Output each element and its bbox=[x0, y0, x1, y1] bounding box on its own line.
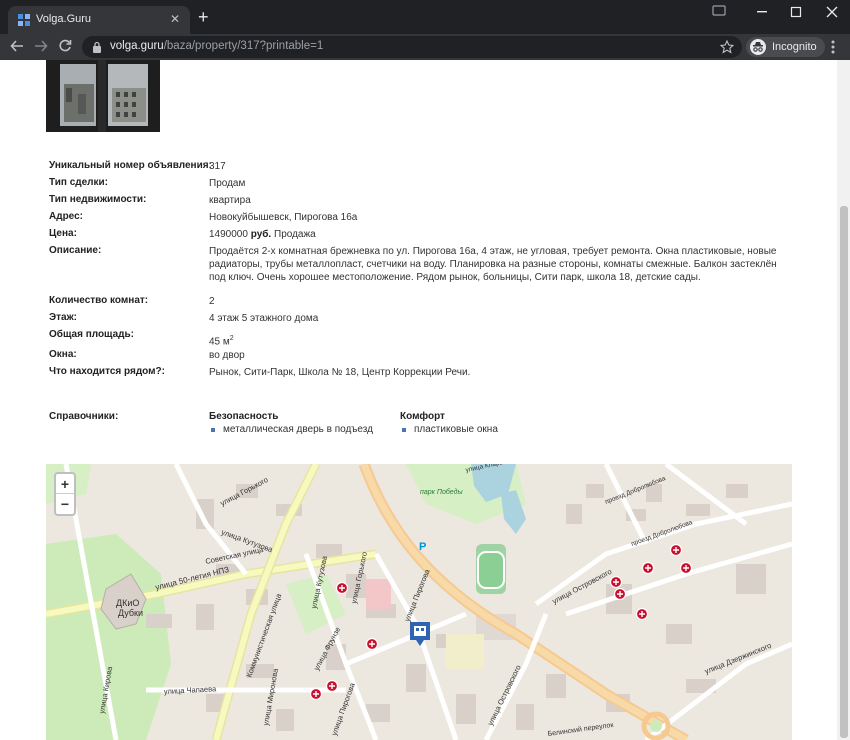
forward-arrow-icon[interactable] bbox=[34, 39, 48, 53]
minimize-icon[interactable] bbox=[756, 10, 768, 14]
area-value: 45 м bbox=[209, 336, 230, 348]
detail-value: 1490000 руб. Продажа bbox=[209, 228, 779, 241]
window-view-image bbox=[46, 60, 160, 132]
reference-group-comfort: Комфорт пластиковые окна bbox=[400, 411, 498, 435]
zoom-out-button[interactable]: − bbox=[56, 494, 74, 514]
new-tab-button[interactable]: + bbox=[198, 8, 209, 26]
zoom-in-button[interactable]: + bbox=[56, 474, 74, 494]
incognito-icon bbox=[750, 39, 766, 55]
detail-label: Количество комнат: bbox=[49, 295, 149, 306]
reference-heading: Безопасность bbox=[209, 411, 279, 422]
price-deal: Продажа bbox=[274, 229, 316, 240]
map-zoom-control: + − bbox=[54, 472, 76, 516]
property-photo[interactable] bbox=[46, 60, 160, 132]
browser-toolbar: volga.guru/baza/property/317?printable=1… bbox=[0, 34, 850, 60]
price-amount: 1490000 bbox=[209, 229, 248, 240]
map-tiles: P улица Горького улица Кутузова Советска… bbox=[46, 464, 792, 740]
map-label: Дубки bbox=[118, 608, 143, 618]
map-label: ДКиО bbox=[116, 598, 139, 608]
detail-value: Продаётся 2-х комнатная брежневка по ул.… bbox=[209, 246, 777, 283]
detail-label: Уникальный номер объявления: bbox=[49, 160, 212, 171]
url-path: /baza/property/317?printable=1 bbox=[163, 40, 324, 52]
tab-close-icon[interactable]: ✕ bbox=[170, 12, 180, 26]
scrollbar-thumb[interactable] bbox=[840, 206, 848, 738]
incognito-label: Incognito bbox=[772, 41, 817, 53]
reference-heading: Комфорт bbox=[400, 411, 445, 422]
cast-icon[interactable] bbox=[712, 5, 726, 17]
detail-label: Окна: bbox=[49, 349, 77, 360]
incognito-badge[interactable]: Incognito bbox=[746, 37, 825, 57]
detail-label: Общая площадь: bbox=[49, 329, 135, 340]
parking-icon: P bbox=[419, 541, 426, 553]
maximize-icon[interactable] bbox=[790, 6, 802, 18]
location-map[interactable]: P улица Горького улица Кутузова Советска… bbox=[46, 464, 792, 740]
lock-icon bbox=[93, 41, 101, 53]
detail-label: Тип недвижимости: bbox=[49, 194, 147, 205]
reference-item: пластиковые окна bbox=[400, 424, 498, 435]
reference-group-security: Безопасность металлическая дверь в подъе… bbox=[209, 411, 373, 435]
detail-value: 45 м2 bbox=[209, 332, 779, 348]
area-unit-exponent: 2 bbox=[229, 335, 234, 342]
reference-item: металлическая дверь в подъезд bbox=[209, 424, 373, 435]
site-favicon-icon bbox=[18, 14, 30, 26]
detail-label: Тип сделки: bbox=[49, 177, 108, 188]
detail-label: Адрес: bbox=[49, 211, 83, 222]
close-window-icon[interactable] bbox=[826, 6, 838, 18]
detail-value: 4 этаж 5 этажного дома bbox=[209, 313, 319, 324]
detail-value: квартира bbox=[209, 195, 251, 206]
map-label: парк Победы bbox=[420, 488, 463, 496]
detail-value: 317 bbox=[209, 161, 226, 172]
back-arrow-icon[interactable] bbox=[10, 39, 24, 53]
detail-label: Цена: bbox=[49, 228, 77, 239]
bookmark-star-icon[interactable] bbox=[720, 40, 734, 54]
detail-value: Новокуйбышевск, Пирогова 16а bbox=[209, 212, 358, 223]
price-currency: руб. bbox=[250, 229, 272, 240]
detail-value: Рынок, Сити-Парк, Школа № 18, Центр Корр… bbox=[209, 367, 471, 378]
detail-value: 2 bbox=[209, 296, 215, 307]
browser-tab[interactable]: Volga.Guru ✕ bbox=[8, 6, 190, 34]
tab-title: Volga.Guru bbox=[36, 13, 92, 25]
address-bar[interactable]: volga.guru/baza/property/317?printable=1 bbox=[82, 36, 742, 58]
detail-value: во двор bbox=[209, 350, 245, 361]
detail-label: Что находится рядом?: bbox=[49, 366, 165, 377]
detail-value: Продам bbox=[209, 178, 246, 189]
references-title: Справочники: bbox=[49, 411, 119, 422]
url-text: volga.guru/baza/property/317?printable=1 bbox=[110, 40, 323, 52]
reload-icon[interactable] bbox=[58, 39, 72, 53]
page-viewport: Уникальный номер объявления: 317 Тип сде… bbox=[0, 60, 850, 740]
detail-label: Этаж: bbox=[49, 312, 77, 323]
detail-label: Описание: bbox=[49, 245, 102, 256]
url-host: volga.guru bbox=[110, 40, 164, 52]
kebab-menu-icon[interactable] bbox=[830, 39, 836, 55]
tab-strip: Volga.Guru ✕ + bbox=[0, 0, 850, 34]
